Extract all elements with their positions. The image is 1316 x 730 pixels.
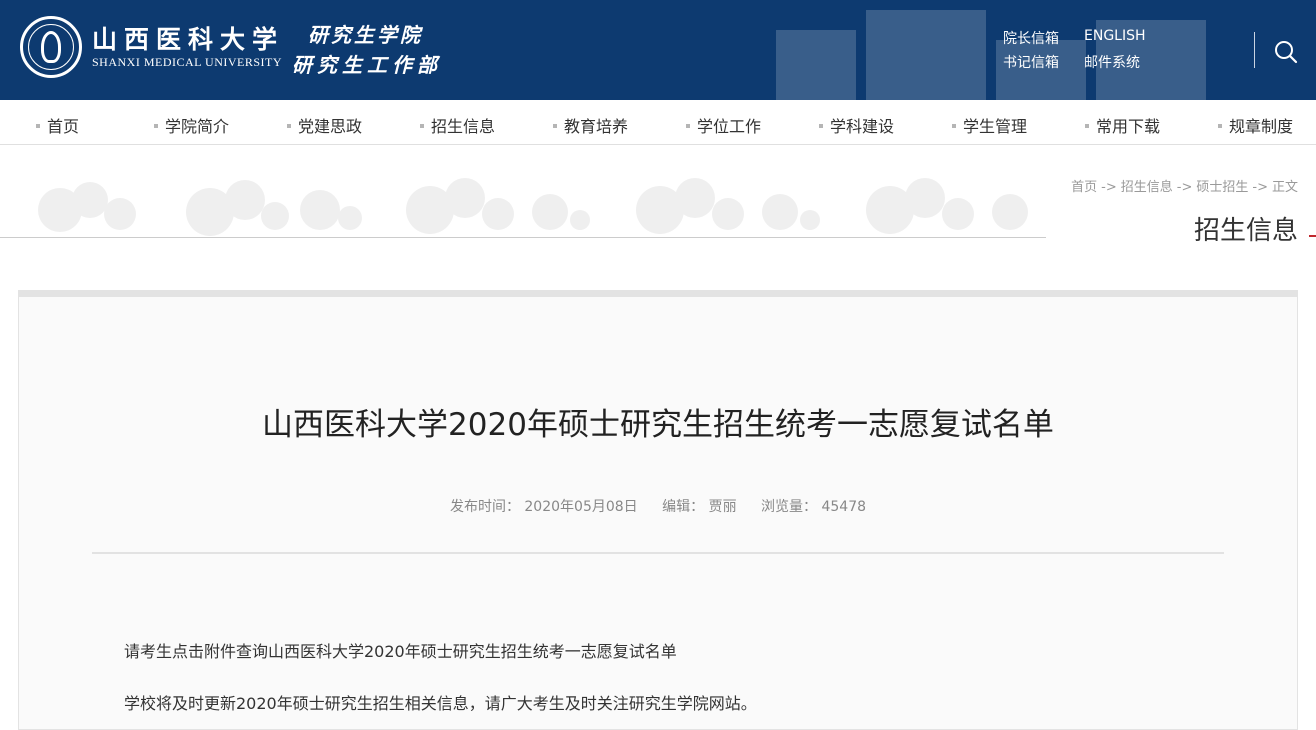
university-seal-logo[interactable]	[20, 16, 82, 78]
editor: 编辑： 贾丽	[662, 499, 737, 515]
secretary-mailbox-link[interactable]: 书记信箱	[1003, 52, 1059, 72]
university-name-en: SHANXI MEDICAL UNIVERSITY	[92, 55, 283, 69]
dept-name-graduate-school: 研究生学院	[308, 23, 423, 47]
breadcrumb-separator: ->	[1101, 180, 1117, 195]
nav-item-degrees[interactable]: 学位工作	[686, 113, 761, 137]
search-icon	[1275, 41, 1298, 64]
article-paragraph: 请考生点击附件查询山西医科大学2020年硕士研究生招生统考一志愿复试名单	[124, 642, 677, 661]
view-count: 浏览量： 45478	[761, 499, 867, 515]
breadcrumb-current: 正文	[1271, 180, 1298, 195]
article-container: 山西医科大学2020年硕士研究生招生统考一志愿复试名单 发布时间： 2020年0…	[18, 290, 1298, 730]
publish-time: 发布时间： 2020年05月08日	[449, 499, 638, 515]
article-meta: 发布时间： 2020年05月08日 编辑： 贾丽 浏览量： 45478	[19, 496, 1297, 516]
nav-item-party-building[interactable]: 党建思政	[287, 113, 362, 137]
section-divider-line	[0, 237, 1046, 238]
search-button[interactable]	[1272, 38, 1300, 66]
mail-system-link[interactable]: 邮件系统	[1084, 52, 1140, 72]
dept-name-graduate-work: 研究生工作部	[292, 53, 442, 77]
breadcrumb-home[interactable]: 首页	[1071, 180, 1097, 195]
breadcrumb-separator: ->	[1176, 180, 1193, 195]
article-paragraph: 学校将及时更新2020年硕士研究生招生相关信息，请广大考生及时关注研究生学院网站…	[124, 694, 757, 713]
breadcrumb-admissions[interactable]: 招生信息	[1121, 180, 1173, 195]
cloud-pattern-decoration	[38, 178, 1028, 236]
nav-item-students[interactable]: 学生管理	[952, 113, 1027, 137]
breadcrumb: 首页 -> 招生信息 -> 硕士招生 -> 正文	[1071, 176, 1298, 195]
main-nav: 首页 学院简介 党建思政 招生信息 教育培养 学位工作 学科建设 学生管理 常用…	[0, 100, 1316, 145]
building-backdrop	[776, 10, 1206, 100]
nav-item-home[interactable]: 首页	[36, 113, 79, 137]
university-name-cn: 山西医科大学	[92, 25, 285, 54]
breadcrumb-separator: ->	[1252, 180, 1268, 195]
article-title: 山西医科大学2020年硕士研究生招生统考一志愿复试名单	[262, 407, 1054, 443]
english-link[interactable]: ENGLISH	[1084, 28, 1146, 44]
breadcrumb-masters-admissions[interactable]: 硕士招生	[1196, 180, 1248, 195]
section-title: 招生信息	[1193, 216, 1298, 246]
nav-item-admissions[interactable]: 招生信息	[420, 113, 495, 137]
president-mailbox-link[interactable]: 院长信箱	[1003, 28, 1059, 48]
nav-item-education[interactable]: 教育培养	[553, 113, 628, 137]
site-header: 山西医科大学 SHANXI MEDICAL UNIVERSITY 研究生学院 研…	[0, 0, 1316, 100]
section-title-accent	[1309, 235, 1316, 237]
nav-item-about[interactable]: 学院简介	[154, 113, 229, 137]
nav-item-downloads[interactable]: 常用下载	[1085, 113, 1160, 137]
article-divider	[92, 552, 1224, 554]
header-divider	[1254, 32, 1255, 68]
nav-item-disciplines[interactable]: 学科建设	[819, 113, 894, 137]
nav-item-regulations[interactable]: 规章制度	[1218, 113, 1293, 137]
